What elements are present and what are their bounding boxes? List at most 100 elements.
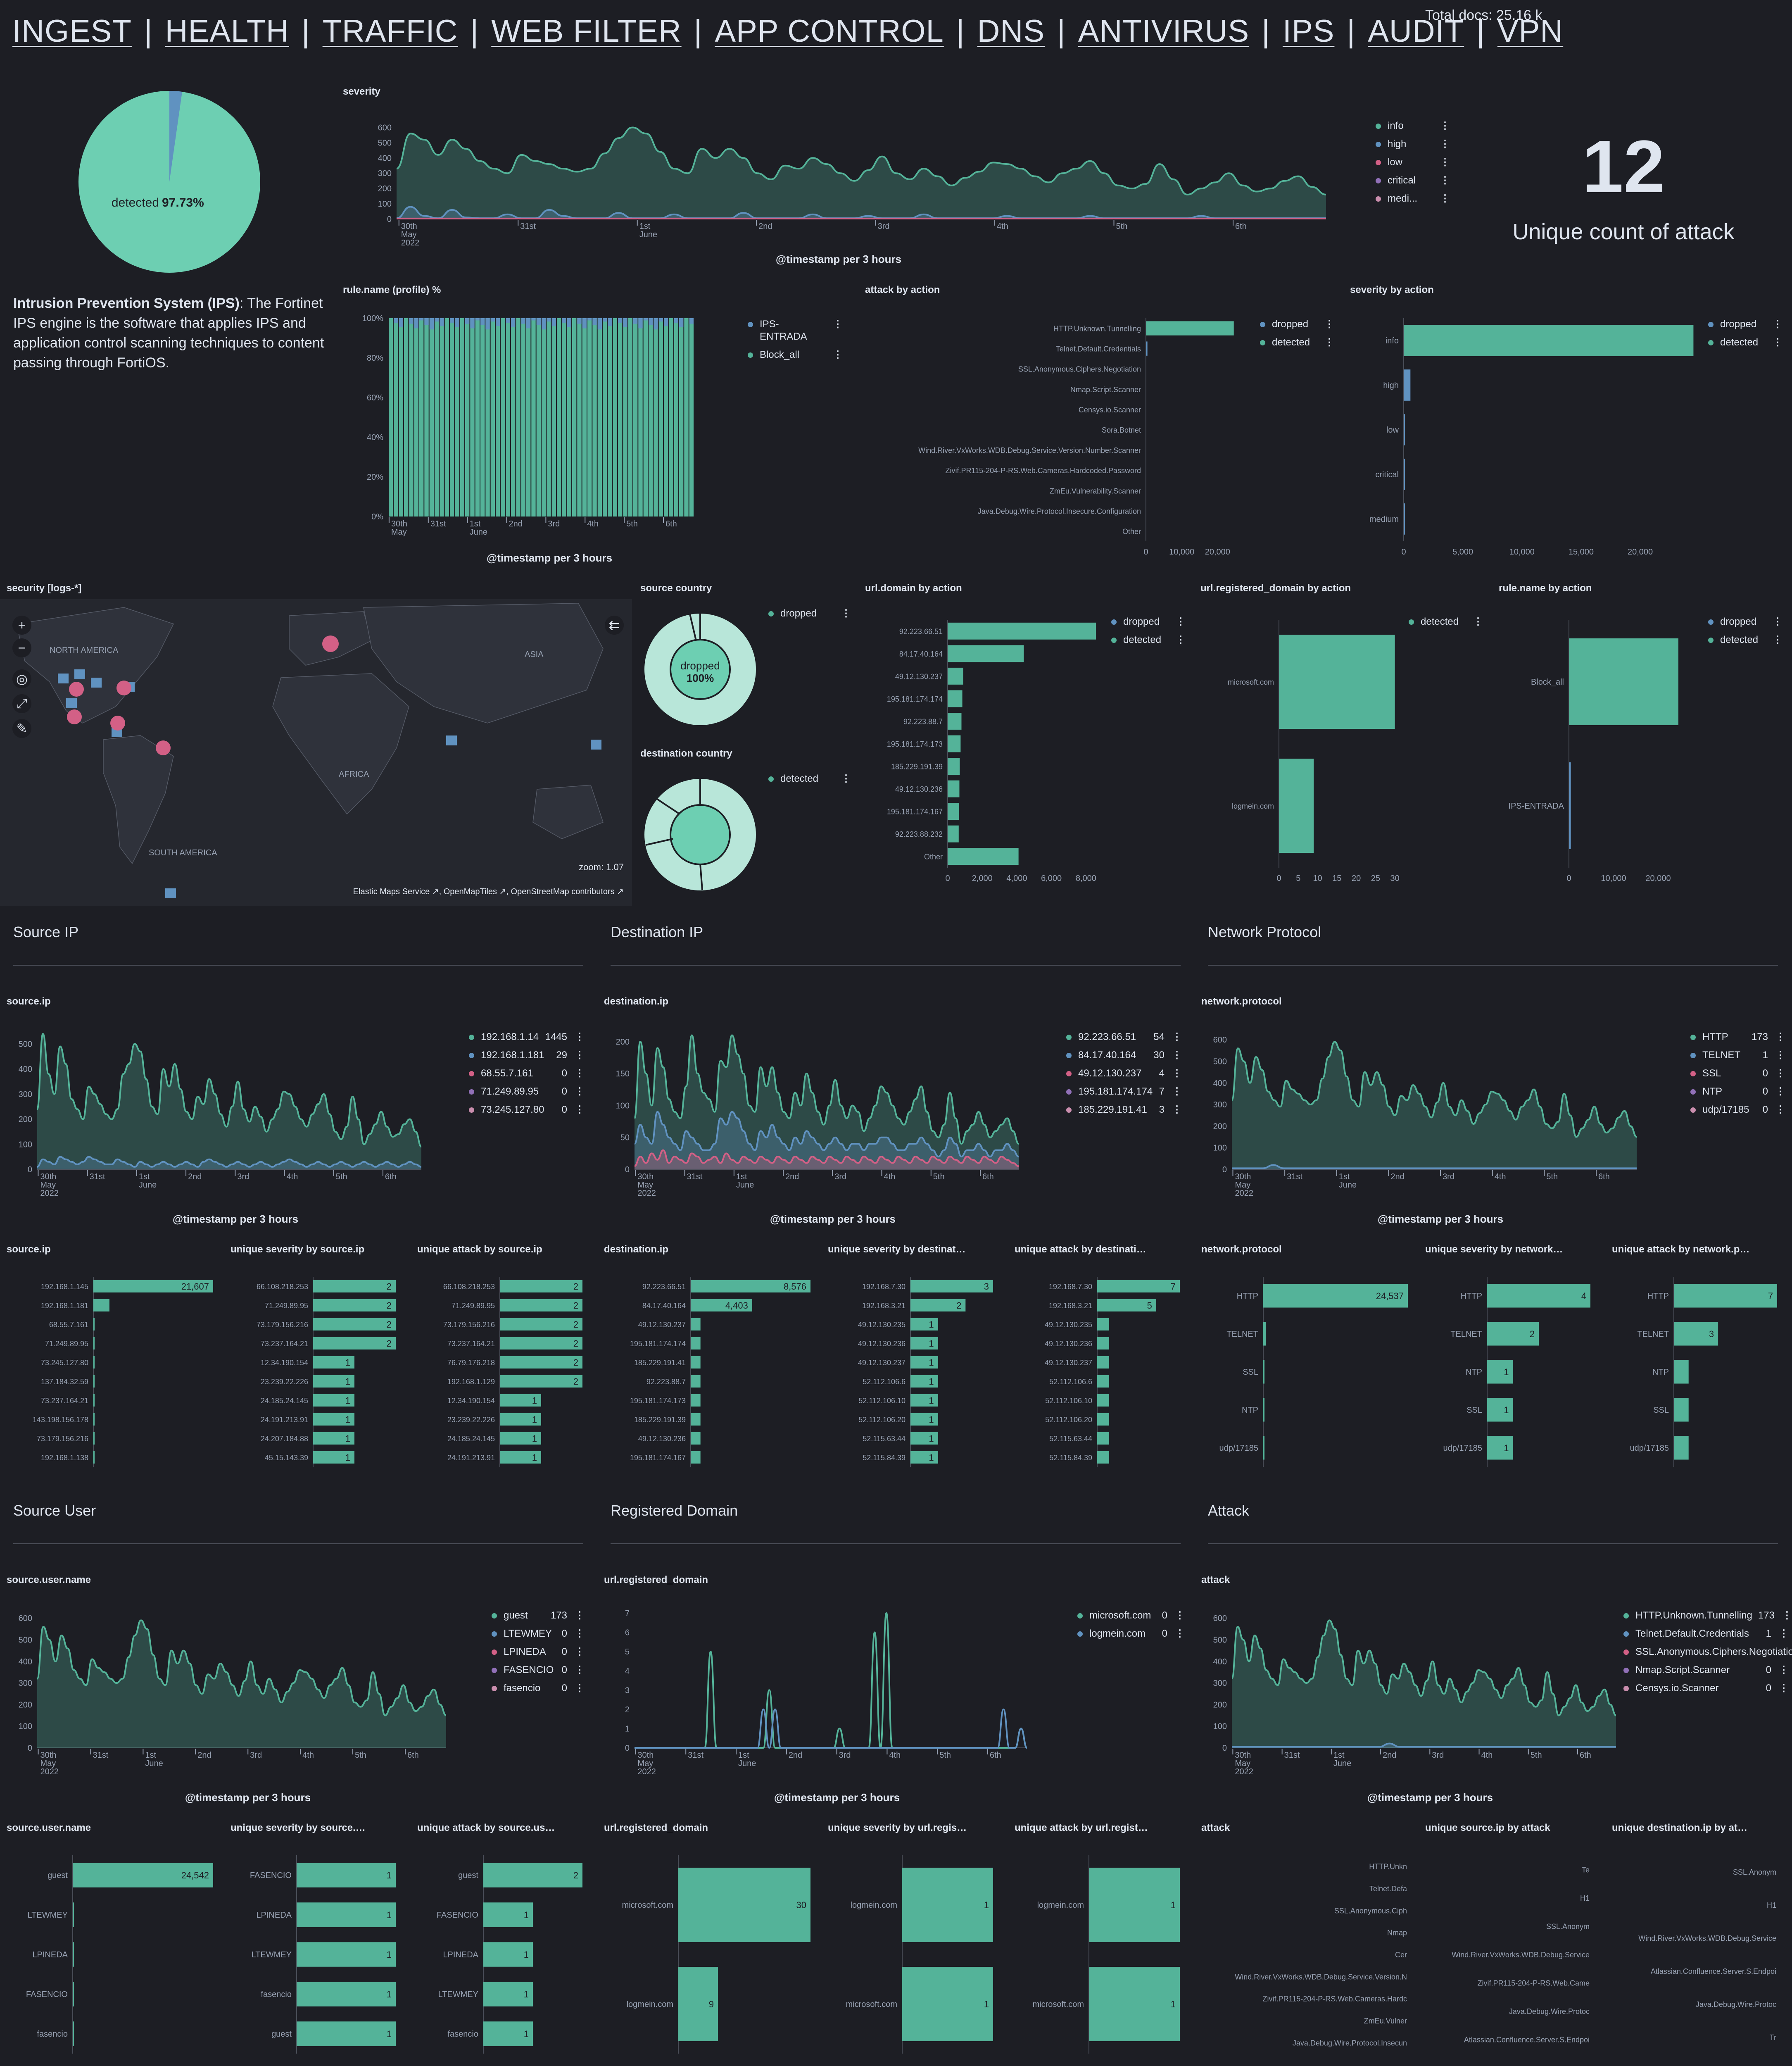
- legend-item[interactable]: HTTP.Unknown.Tunnelling 173 ⋮: [1623, 1609, 1792, 1622]
- bar[interactable]: [1097, 1394, 1109, 1407]
- bar-block-all[interactable]: [389, 318, 393, 516]
- bar-block-all[interactable]: [450, 318, 454, 516]
- legend-menu-icon[interactable]: ⋮: [1782, 1609, 1792, 1622]
- area-fill-0[interactable]: [1232, 1620, 1616, 1748]
- area-fill-0[interactable]: [397, 127, 1326, 219]
- series-line-1[interactable]: [635, 1708, 1028, 1749]
- legend-menu-icon[interactable]: ⋮: [1773, 336, 1782, 349]
- bar[interactable]: [948, 713, 962, 730]
- bar[interactable]: [483, 1863, 582, 1887]
- bar-ips-entrada[interactable]: [547, 318, 551, 322]
- legend-item[interactable]: microsoft.com 0 ⋮: [1077, 1609, 1185, 1622]
- bar[interactable]: [948, 622, 1096, 640]
- legend-item[interactable]: 195.181.174.174 7 ⋮: [1066, 1085, 1182, 1098]
- target-icon[interactable]: ◎: [12, 669, 31, 688]
- legend-menu-icon[interactable]: ⋮: [841, 607, 851, 620]
- map-marker-house[interactable]: [74, 669, 85, 679]
- bar[interactable]: [500, 1299, 582, 1311]
- bar-block-all[interactable]: [531, 318, 536, 516]
- bar-block-all[interactable]: [526, 318, 531, 516]
- legend-menu-icon[interactable]: ⋮: [1172, 1049, 1182, 1062]
- bar[interactable]: [93, 1318, 95, 1331]
- bar[interactable]: [93, 1299, 109, 1311]
- bar-block-all[interactable]: [557, 318, 561, 516]
- map-marker-house[interactable]: [58, 674, 69, 683]
- legend-item[interactable]: udp/17185 0 ⋮: [1690, 1104, 1785, 1116]
- bar[interactable]: [691, 1375, 701, 1388]
- legend-menu-icon[interactable]: ⋮: [575, 1104, 585, 1116]
- bar-block-all[interactable]: [424, 318, 429, 516]
- bar[interactable]: [1097, 1318, 1109, 1331]
- layers-toggle-icon[interactable]: ⇇: [605, 616, 624, 635]
- bar-block-all[interactable]: [674, 318, 678, 516]
- bar-ips-entrada[interactable]: [429, 318, 434, 330]
- bar-ips-entrada[interactable]: [424, 318, 429, 325]
- legend-menu-icon[interactable]: ⋮: [1324, 318, 1334, 331]
- bar-block-all[interactable]: [689, 318, 694, 516]
- bar-block-all[interactable]: [618, 318, 623, 516]
- legend-item[interactable]: 73.245.127.80 0 ⋮: [469, 1104, 585, 1116]
- bar[interactable]: [73, 1982, 74, 2006]
- legend-menu-icon[interactable]: ⋮: [1779, 1682, 1789, 1695]
- bar[interactable]: [1279, 759, 1314, 853]
- bar[interactable]: [1569, 638, 1678, 725]
- bar[interactable]: [93, 1356, 95, 1369]
- nav-link-web-filter[interactable]: WEB FILTER: [491, 13, 681, 49]
- bar[interactable]: [1487, 1284, 1590, 1308]
- legend-item[interactable]: guest 173 ⋮: [492, 1609, 585, 1622]
- legend-item[interactable]: detected ⋮: [1708, 336, 1782, 349]
- bar[interactable]: [1089, 1868, 1180, 1942]
- bar[interactable]: [1569, 762, 1571, 849]
- area-fill-0[interactable]: [37, 1034, 421, 1169]
- nav-link-health[interactable]: HEALTH: [165, 13, 289, 49]
- legend-menu-icon[interactable]: ⋮: [1779, 1664, 1789, 1676]
- bar-ips-entrada[interactable]: [409, 318, 414, 324]
- bar-block-all[interactable]: [679, 318, 684, 516]
- legend-item[interactable]: Block_all ⋮: [748, 349, 843, 361]
- bar[interactable]: [313, 1280, 396, 1292]
- legend-menu-icon[interactable]: ⋮: [575, 1031, 585, 1043]
- zoom-out-button[interactable]: −: [12, 638, 31, 657]
- legend-item[interactable]: SSL 0 ⋮: [1690, 1067, 1785, 1080]
- bar-block-all[interactable]: [587, 318, 592, 516]
- bar-block-all[interactable]: [582, 318, 587, 516]
- bar-block-all[interactable]: [506, 318, 510, 516]
- bar-block-all[interactable]: [603, 318, 607, 516]
- bar[interactable]: [948, 690, 963, 707]
- bar[interactable]: [1263, 1436, 1264, 1460]
- legend-menu-icon[interactable]: ⋮: [841, 773, 851, 785]
- legend-menu-icon[interactable]: ⋮: [1440, 156, 1450, 169]
- area-fill-0[interactable]: [37, 1620, 446, 1748]
- legend-menu-icon[interactable]: ⋮: [1440, 193, 1450, 205]
- bar-ips-entrada[interactable]: [475, 318, 480, 321]
- bar-ips-entrada[interactable]: [511, 318, 516, 327]
- bar-block-all[interactable]: [455, 318, 459, 516]
- legend-item[interactable]: detected ⋮: [1111, 634, 1186, 646]
- legend-item[interactable]: dropped ⋮: [768, 607, 851, 620]
- bar-ips-entrada[interactable]: [623, 318, 627, 327]
- bar-ips-entrada[interactable]: [608, 318, 612, 326]
- bar[interactable]: [1097, 1451, 1109, 1464]
- bar[interactable]: [1674, 1360, 1689, 1384]
- bar-ips-entrada[interactable]: [618, 318, 623, 323]
- bar-ips-entrada[interactable]: [542, 318, 546, 330]
- map-marker-house[interactable]: [91, 678, 102, 688]
- bar-block-all[interactable]: [480, 318, 485, 516]
- bar-block-all[interactable]: [638, 318, 643, 516]
- bar[interactable]: [93, 1337, 95, 1350]
- legend-item[interactable]: 68.55.7.161 0 ⋮: [469, 1067, 585, 1080]
- legend-item[interactable]: dropped ⋮: [1708, 616, 1782, 628]
- bar[interactable]: [1089, 1967, 1180, 2041]
- bar-block-all[interactable]: [409, 318, 414, 516]
- bar[interactable]: [948, 803, 959, 820]
- bar[interactable]: [73, 2021, 74, 2046]
- bar-ips-entrada[interactable]: [414, 318, 418, 328]
- bar-ips-entrada[interactable]: [536, 318, 541, 325]
- legend-menu-icon[interactable]: ⋮: [575, 1609, 585, 1622]
- bar-block-all[interactable]: [496, 318, 500, 516]
- legend-menu-icon[interactable]: ⋮: [1775, 1049, 1785, 1062]
- bar-ips-entrada[interactable]: [654, 318, 658, 330]
- bar-block-all[interactable]: [429, 318, 434, 516]
- legend-menu-icon[interactable]: ⋮: [1775, 1067, 1785, 1080]
- bar[interactable]: [1487, 1398, 1513, 1422]
